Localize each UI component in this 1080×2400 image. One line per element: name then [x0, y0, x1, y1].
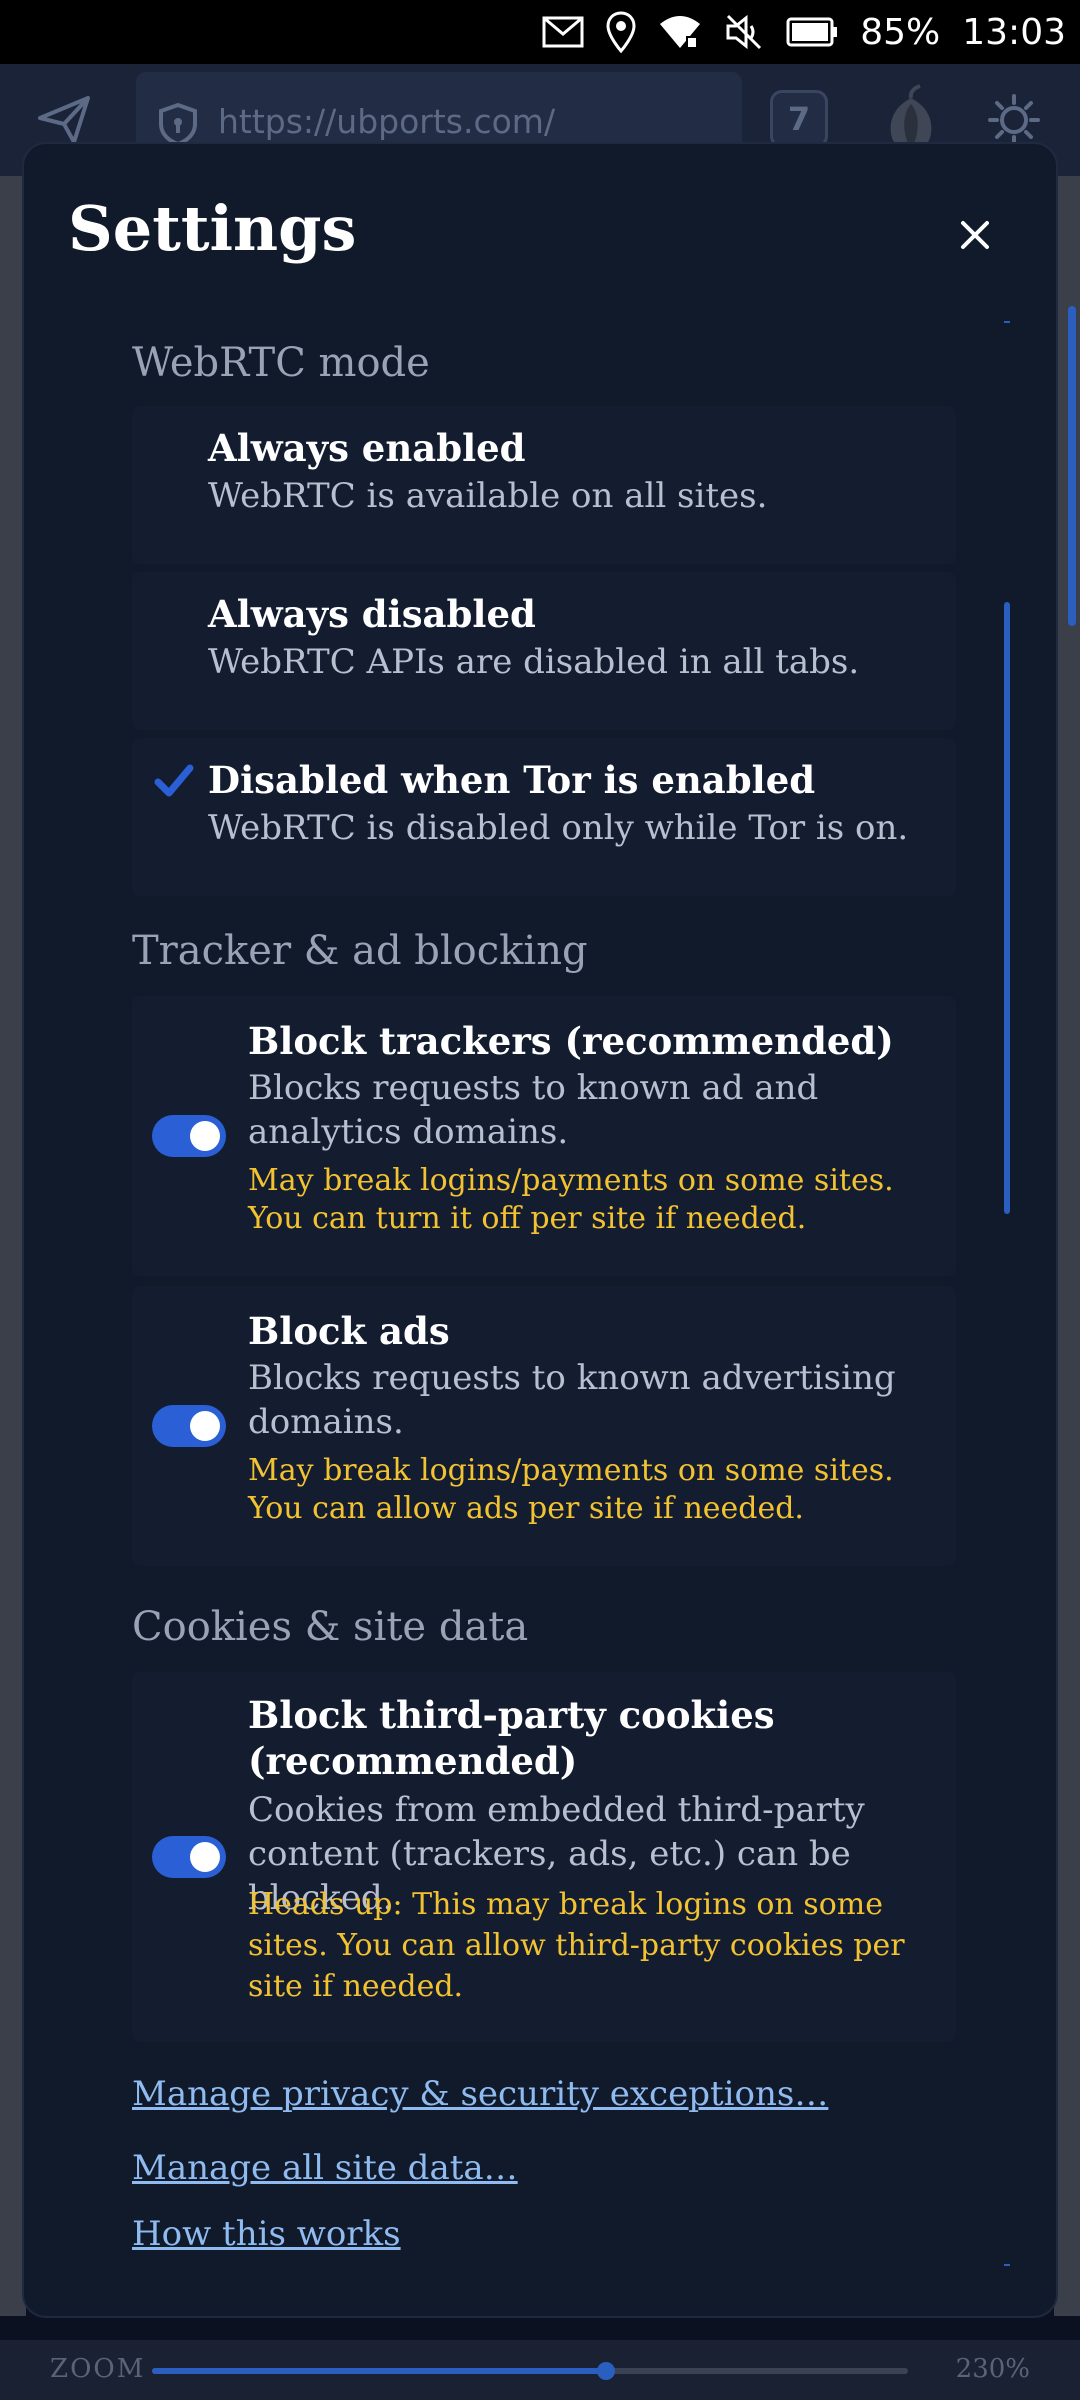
- option-description: WebRTC APIs are disabled in all tabs.: [208, 642, 860, 682]
- toggle-warning: May break logins/payments on some sites.…: [248, 1453, 894, 1526]
- manage-exceptions-link[interactable]: Manage privacy & security exceptions…: [132, 2074, 828, 2114]
- status-bar: 85% 13:03: [0, 0, 1080, 64]
- background-page-right: [1054, 176, 1080, 2316]
- dialog-title: Settings: [68, 192, 357, 265]
- gear-icon[interactable]: [988, 94, 1040, 146]
- toggle-warning: May break logins/payments on some sites.…: [248, 1163, 894, 1236]
- close-icon: [961, 221, 989, 249]
- toggle-title: Block third-party cookies (recommended): [248, 1693, 775, 1783]
- webrtc-option-always-disabled[interactable]: Always disabled WebRTC APIs are disabled…: [132, 572, 956, 730]
- zoom-label: ZOOM: [50, 2354, 146, 2384]
- zoom-slider[interactable]: [152, 2362, 908, 2380]
- scrollbar-thumb[interactable]: [1004, 602, 1010, 1214]
- manage-site-data-link[interactable]: Manage all site data…: [132, 2148, 518, 2188]
- option-description: WebRTC is disabled only while Tor is on.: [208, 808, 909, 848]
- battery-percent: 85%: [860, 11, 941, 53]
- location-icon: [606, 11, 636, 53]
- block-ads-toggle[interactable]: [152, 1405, 226, 1447]
- mute-icon: [724, 14, 764, 50]
- toggle-warning: Heads up: This may break logins on some …: [248, 1887, 905, 2004]
- zoom-slider-knob[interactable]: [596, 2362, 615, 2380]
- background-page-left: [0, 176, 26, 2316]
- block-third-party-cookies-row: Block third-party cookies (recommended) …: [132, 1672, 956, 2042]
- block-trackers-toggle[interactable]: [152, 1115, 226, 1157]
- wifi-icon: [658, 14, 702, 50]
- mail-icon: [542, 16, 584, 48]
- clock: 13:03: [962, 11, 1066, 53]
- toggle-description: Blocks requests to known ad and analytic…: [248, 1068, 819, 1152]
- toggle-description: Blocks requests to known advertising dom…: [248, 1358, 896, 1442]
- shield-icon: [159, 102, 197, 146]
- checkmark-icon: [154, 764, 194, 797]
- toggle-title: Block ads: [248, 1309, 450, 1353]
- toggle-title: Block trackers (recommended): [248, 1019, 894, 1063]
- zoom-value: 230%: [955, 2354, 1030, 2384]
- scroll-indicator-bottom: [1004, 2264, 1010, 2266]
- webrtc-option-always-enabled[interactable]: Always enabled WebRTC is available on al…: [132, 406, 956, 564]
- close-button[interactable]: [944, 204, 1006, 266]
- tracker-section-title: Tracker & ad blocking: [132, 928, 588, 974]
- how-this-works-link[interactable]: How this works: [132, 2214, 401, 2254]
- option-title: Disabled when Tor is enabled: [208, 758, 816, 802]
- send-icon[interactable]: [36, 92, 92, 148]
- option-title: Always disabled: [208, 592, 536, 636]
- webrtc-option-disabled-when-tor[interactable]: Disabled when Tor is enabled WebRTC is d…: [132, 738, 956, 896]
- option-title: Always enabled: [208, 426, 526, 470]
- settings-dialog: Settings WebRTC mode Always enabled WebR…: [24, 144, 1056, 2316]
- cookies-section-title: Cookies & site data: [132, 1604, 529, 1650]
- battery-icon: [786, 17, 838, 47]
- block-third-party-cookies-toggle[interactable]: [152, 1836, 226, 1878]
- block-trackers-row: Block trackers (recommended) Blocks requ…: [132, 996, 956, 1276]
- zoom-slider-fill: [152, 2368, 606, 2374]
- option-description: WebRTC is available on all sites.: [208, 476, 768, 516]
- zoom-bar: ZOOM 230%: [0, 2340, 1080, 2400]
- block-ads-row: Block ads Blocks requests to known adver…: [132, 1286, 956, 1566]
- webrtc-section-title: WebRTC mode: [132, 340, 430, 386]
- tab-count-button[interactable]: 7: [770, 90, 828, 148]
- url-text: https://ubports.com/: [218, 102, 556, 141]
- scroll-indicator-top: [1004, 321, 1010, 323]
